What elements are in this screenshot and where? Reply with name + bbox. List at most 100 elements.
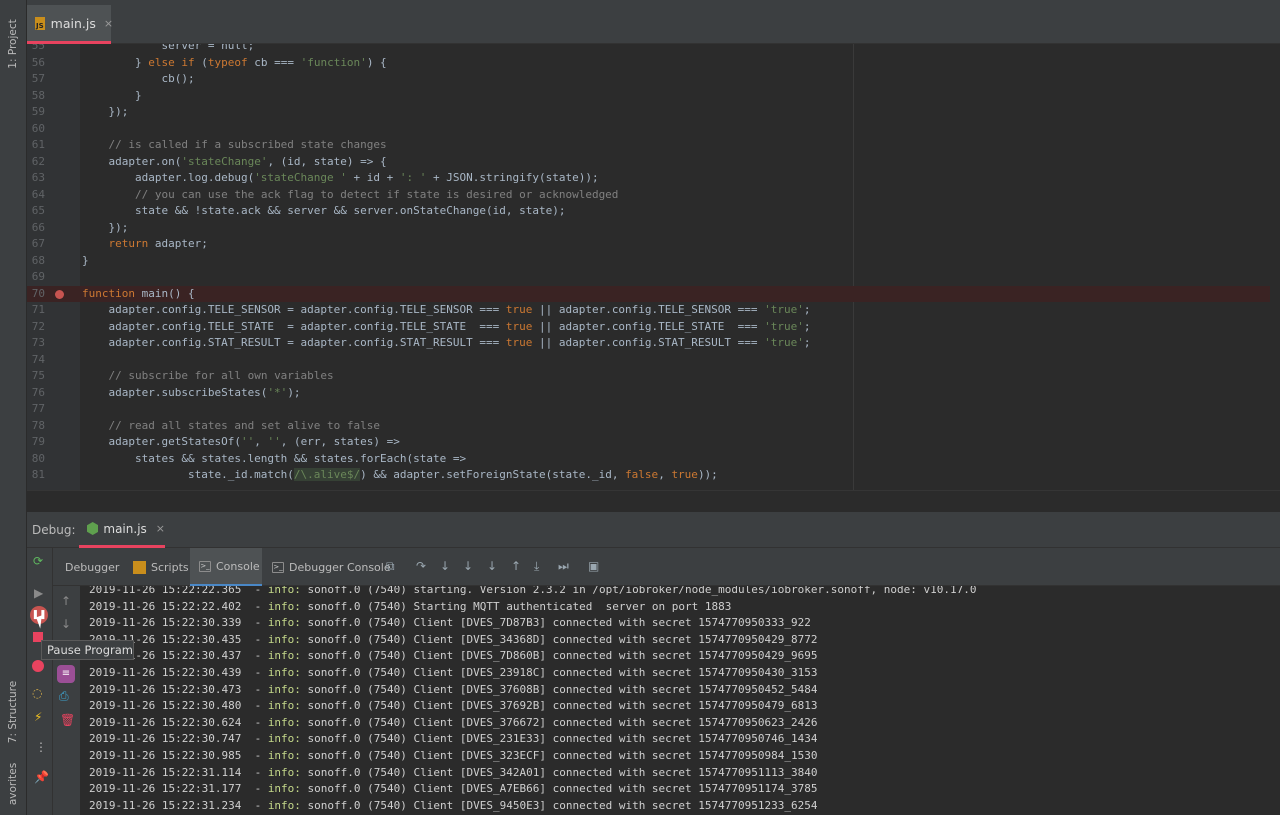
debug-session-tab[interactable]: main.js × (79, 512, 165, 548)
line-number[interactable]: 68 (27, 253, 45, 270)
tab-debugger-label: Debugger (65, 560, 120, 574)
log-timestamp: 2019-11-26 15:22:30.985 - (89, 749, 268, 762)
code-text: return adapter; (108, 237, 208, 250)
clear-all-icon[interactable]: 🗑 (60, 713, 75, 727)
log-timestamp: 2019-11-26 15:22:30.480 - (89, 699, 268, 713)
tab-debugger[interactable]: Debugger (65, 548, 119, 586)
code-line[interactable]: 67 return adapter; (27, 236, 1280, 253)
code-line[interactable]: 66 }); (27, 220, 1280, 237)
line-number[interactable]: 64 (27, 187, 45, 204)
code-text: adapter.on('stateChange', (id, state) =>… (82, 154, 387, 168)
code-line[interactable]: 78 // read all states and set alive to f… (27, 418, 1280, 435)
line-number[interactable]: 61 (27, 137, 45, 154)
code-line[interactable]: 64 // you can use the ack flag to detect… (27, 187, 1280, 204)
debugger-console-icon: >_ (272, 561, 284, 573)
thread-dump-icon[interactable]: ⚡ (34, 710, 42, 724)
code-line[interactable]: 81 state._id.match(/\.alive$/) && adapte… (27, 467, 1280, 484)
console-output[interactable]: 2019-11-26 15:22:22.365 - info: sonoff.0… (80, 586, 1280, 815)
code-line[interactable]: 71 adapter.config.TELE_SENSOR = adapter.… (27, 302, 1280, 319)
log-level: info: (267, 666, 301, 679)
code-line[interactable]: 61 // is called if a subscribed state ch… (27, 137, 1280, 154)
down-arrow-icon[interactable]: ↓ (61, 617, 71, 631)
code-line[interactable]: 75 // subscribe for all own variables (27, 368, 1280, 385)
code-line[interactable]: 55 server = null; (27, 44, 1280, 55)
line-number[interactable]: 80 (27, 451, 45, 468)
pin-icon[interactable]: 📌 (34, 770, 49, 784)
line-number[interactable]: 58 (27, 88, 45, 105)
code-line[interactable]: 72 adapter.config.TELE_STATE = adapter.c… (27, 319, 1280, 336)
code-line[interactable]: 60 (27, 121, 1280, 138)
line-number[interactable]: 73 (27, 335, 45, 352)
tab-scripts[interactable]: Scripts (133, 548, 189, 586)
line-number[interactable]: 76 (27, 385, 45, 402)
line-number[interactable]: 78 (27, 418, 45, 435)
step-over-icon[interactable]: ↷ (416, 559, 426, 573)
project-tool-button[interactable]: 1: Project (7, 19, 19, 68)
line-number[interactable]: 79 (27, 434, 45, 451)
code-line[interactable]: 80 states && states.length && states.for… (27, 451, 1280, 468)
mute-breakpoints-icon[interactable]: ◌ (32, 686, 42, 700)
line-number[interactable]: 63 (27, 170, 45, 187)
line-number[interactable]: 65 (27, 203, 45, 220)
line-number[interactable]: 70 (27, 286, 45, 303)
code-line[interactable]: 70 function main() { (27, 285, 1280, 303)
line-number[interactable]: 55 (27, 44, 45, 55)
close-icon[interactable]: × (156, 522, 165, 535)
line-number[interactable]: 60 (27, 121, 45, 138)
code-line[interactable]: 58 } (27, 88, 1280, 105)
step-into-icon[interactable]: ↓ (440, 559, 450, 573)
code-line[interactable]: 57 cb(); (27, 71, 1280, 88)
line-number[interactable]: 75 (27, 368, 45, 385)
code-editor[interactable]: 55 server = null; 56 } else if (typeof cb… (27, 44, 1280, 490)
code-line[interactable]: 65 state && !state.ack && server && serv… (27, 203, 1280, 220)
breakpoint-icon[interactable] (55, 289, 64, 299)
soft-wrap-icon[interactable]: ≡ (57, 665, 75, 683)
line-number[interactable]: 59 (27, 104, 45, 121)
view-breakpoints-icon[interactable] (32, 660, 44, 672)
structure-tool-button[interactable]: 7: Structure (7, 681, 19, 743)
rerun-icon[interactable]: ⟳ (33, 554, 43, 568)
code-line[interactable]: 79 adapter.getStatesOf('', '', (err, sta… (27, 434, 1280, 451)
terminal-icon[interactable]: ▣ (588, 559, 599, 573)
code-line[interactable]: 62 adapter.on('stateChange', (id, state)… (27, 154, 1280, 171)
code-line[interactable]: 68} (27, 253, 1280, 270)
line-number[interactable]: 81 (27, 467, 45, 484)
log-timestamp: 2019-11-26 15:22:22.365 - (89, 586, 268, 596)
line-number[interactable]: 77 (27, 401, 45, 418)
tab-console[interactable]: >_ Console (190, 548, 262, 586)
run-to-cursor-icon[interactable]: ⤓ (534, 559, 539, 574)
more-icon[interactable]: ⋮ (35, 740, 47, 754)
code-line[interactable]: 63 adapter.log.debug('stateChange ' + id… (27, 170, 1280, 187)
step-out-icon[interactable]: ↑ (511, 559, 521, 573)
code-line[interactable]: 69 (27, 269, 1280, 286)
line-number[interactable]: 72 (27, 319, 45, 336)
line-number[interactable]: 62 (27, 154, 45, 171)
resume-icon[interactable]: ▶ (34, 586, 43, 600)
line-number[interactable]: 67 (27, 236, 45, 253)
code-line[interactable]: 73 adapter.config.STAT_RESULT = adapter.… (27, 335, 1280, 352)
code-line[interactable]: 74 (27, 352, 1280, 369)
force-step-into-icon[interactable]: ↓ (463, 559, 473, 573)
up-arrow-icon[interactable]: ↑ (61, 594, 71, 608)
line-number[interactable]: 71 (27, 302, 45, 319)
line-number[interactable]: 69 (27, 269, 45, 286)
line-number[interactable]: 57 (27, 71, 45, 88)
close-icon[interactable]: × (104, 17, 113, 30)
line-number[interactable]: 56 (27, 55, 45, 72)
editor-tab-main-js[interactable]: JS main.js × (27, 5, 113, 44)
code-line[interactable]: 59 }); (27, 104, 1280, 121)
code-text: }); (82, 105, 129, 118)
code-line[interactable]: 76 adapter.subscribeStates('*'); (27, 385, 1280, 402)
code-line[interactable]: 77 (27, 401, 1280, 418)
restore-layout-icon[interactable]: ⧉ (386, 559, 395, 574)
line-number[interactable]: 66 (27, 220, 45, 237)
step-into-my-code-icon[interactable]: ↓ (487, 559, 497, 573)
editor-scrollbar[interactable] (1270, 44, 1280, 490)
print-icon[interactable]: ⎙ (59, 689, 69, 704)
tab-debugger-console[interactable]: >_ Debugger Console (272, 548, 391, 586)
favorites-tool-button[interactable]: avorites (7, 763, 19, 805)
code-text: adapter.config.TELE_SENSOR = adapter.con… (82, 303, 811, 316)
line-number[interactable]: 74 (27, 352, 45, 369)
code-line[interactable]: 56 } else if (typeof cb === 'function') … (27, 55, 1280, 72)
evaluate-icon[interactable]: ⏭ (558, 559, 569, 574)
